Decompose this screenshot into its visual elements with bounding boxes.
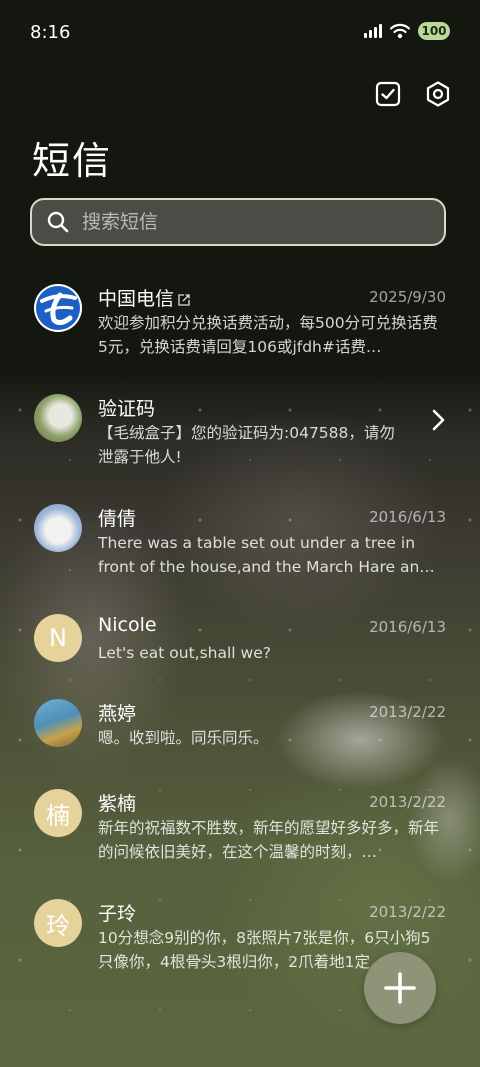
conversation-item[interactable]: 中国电信 2025/9/30 欢迎参加积分兑换话费活动，每500分可兑换话费5元… (0, 276, 480, 376)
signal-icon (364, 24, 382, 38)
status-time: 8:16 (30, 22, 71, 43)
search-bar[interactable] (30, 198, 446, 246)
conversation-date: 2013/2/22 (369, 703, 446, 721)
china-telecom-logo-icon (34, 284, 82, 332)
polar-bear-photo-avatar (34, 504, 82, 552)
status-bar: 8:16 100 (0, 0, 480, 66)
conversation-date: 2016/6/13 (369, 508, 446, 526)
status-icons: 100 (364, 22, 450, 40)
gear-icon (426, 81, 450, 107)
plus-icon (384, 972, 416, 1004)
settings-button[interactable] (424, 80, 452, 108)
landscape-photo-avatar (34, 699, 82, 747)
conversation-item[interactable]: 验证码 【毛绒盒子】您的验证码为:047588，请勿泄露于他人! (0, 386, 480, 486)
conversation-item[interactable]: 燕婷 2013/2/22 嗯。收到啦。同乐同乐。 (0, 691, 480, 791)
search-input[interactable] (80, 210, 414, 234)
conversation-name: 倩倩 (98, 508, 137, 530)
conversation-name: 紫楠 (98, 793, 137, 815)
chevron-right-icon[interactable] (430, 408, 446, 432)
official-sender-icon (178, 293, 190, 306)
conversation-preview: 新年的祝福数不胜数，新年的愿望好多好多，新年的问候依旧美好，在这个温馨的时刻，… (98, 819, 440, 861)
select-button[interactable] (374, 80, 402, 108)
conversation-preview: Let's eat out,shall we? (98, 644, 271, 662)
conversation-date: 2025/9/30 (369, 288, 446, 306)
checkbox-icon (375, 81, 401, 107)
china-telecom-logo-avatar (34, 284, 82, 332)
letter-avatar: 楠 (34, 789, 82, 837)
new-message-button[interactable] (364, 952, 436, 1024)
conversation-name: 中国电信 (98, 284, 190, 311)
conversation-date: 2013/2/22 (369, 903, 446, 921)
conversation-name: 燕婷 (98, 703, 137, 725)
battery-level: 100 (421, 24, 447, 38)
conversation-preview: 欢迎参加积分兑换话费活动，每500分可兑换话费5元，兑换话费请回复106或jfd… (98, 314, 438, 356)
conversation-preview: There was a table set out under a tree i… (98, 534, 435, 576)
conversation-preview: 嗯。收到啦。同乐同乐。 (98, 729, 269, 747)
page-title: 短信 (32, 139, 113, 183)
top-actions (374, 80, 452, 108)
conversation-name: 验证码 (98, 398, 156, 420)
animal-photo-avatar (34, 394, 82, 442)
letter-avatar: N (34, 614, 82, 662)
conversation-preview: 【毛绒盒子】您的验证码为:047588，请勿泄露于他人! (98, 424, 395, 466)
wifi-icon (390, 23, 410, 39)
conversation-name: 子玲 (98, 903, 137, 925)
conversation-name: Nicole (98, 614, 157, 636)
conversation-date: 2013/2/22 (369, 793, 446, 811)
conversation-item[interactable]: 楠 紫楠 2013/2/22 新年的祝福数不胜数，新年的愿望好多好多，新年的问候… (0, 781, 480, 881)
letter-avatar: 玲 (34, 899, 82, 947)
battery-icon: 100 (418, 22, 450, 40)
messages-app: 8:16 100 短信 搜索短信 中国电信 2025/9/30 欢迎参加积分兑换… (0, 0, 480, 1067)
search-icon (47, 211, 69, 233)
conversation-date: 2016/6/13 (369, 618, 446, 636)
conversation-item[interactable]: 倩倩 2016/6/13 There was a table set out u… (0, 496, 480, 596)
